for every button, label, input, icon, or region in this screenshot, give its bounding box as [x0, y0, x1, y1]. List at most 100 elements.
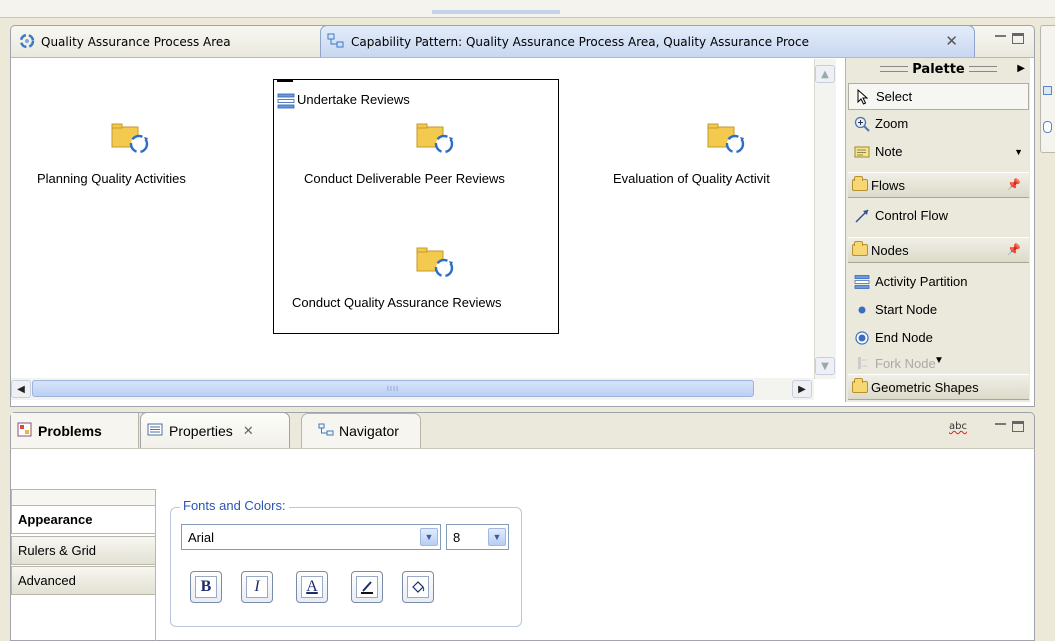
spell-check-icon[interactable]: abc: [949, 421, 967, 432]
font-size-value: 8: [453, 529, 461, 545]
font-family-value: Arial: [188, 529, 215, 545]
palette-control-flow-tool[interactable]: Control Flow: [848, 202, 1029, 229]
activity-node-icon[interactable]: [111, 123, 151, 155]
tab-navigator[interactable]: Navigator: [301, 413, 421, 448]
chevron-down-icon[interactable]: ▼: [488, 528, 506, 546]
palette-note-tool[interactable]: Note ▼: [848, 138, 1029, 165]
drawer-label: Flows: [871, 177, 905, 193]
tab-label: Capability Pattern: Quality Assurance Pr…: [351, 35, 809, 49]
scroll-left-icon[interactable]: ◀: [11, 380, 31, 398]
control-flow-icon: [854, 208, 870, 224]
minimize-icon[interactable]: [995, 35, 1006, 44]
editor-tabbar: Quality Assurance Process Area Capabilit…: [10, 25, 1035, 58]
scroll-more-icon[interactable]: ▼: [934, 355, 944, 366]
tab-quality-assurance-process-area[interactable]: Quality Assurance Process Area: [11, 26, 316, 58]
collapse-palette-icon[interactable]: ▶: [1017, 63, 1025, 74]
palette-start-node-tool[interactable]: Start Node: [848, 296, 1029, 323]
view-icon[interactable]: [1043, 86, 1052, 95]
fill-color-button[interactable]: [402, 571, 434, 603]
tab-capability-pattern[interactable]: Capability Pattern: Quality Assurance Pr…: [320, 25, 975, 58]
italic-button[interactable]: I: [241, 571, 273, 603]
horizontal-scrollbar[interactable]: ◀ IIII ▶: [11, 378, 814, 400]
bold-button[interactable]: B: [190, 571, 222, 603]
palette-activity-partition-tool[interactable]: Activity Partition: [848, 268, 1029, 295]
node-label-qa-reviews[interactable]: Conduct Quality Assurance Reviews: [292, 295, 502, 310]
node-label-peer-reviews[interactable]: Conduct Deliverable Peer Reviews: [304, 171, 505, 186]
chevron-down-icon[interactable]: ▼: [420, 528, 438, 546]
sidebar-item-advanced[interactable]: Advanced: [11, 566, 156, 595]
scroll-up-icon[interactable]: ▲: [815, 65, 835, 83]
minimize-icon[interactable]: [995, 423, 1006, 432]
activity-partition-icon: [854, 274, 870, 290]
top-selection: [432, 10, 560, 14]
horizontal-scroll-thumb[interactable]: IIII: [32, 380, 754, 397]
top-strip: [0, 0, 1055, 18]
font-size-select[interactable]: 8 ▼: [446, 524, 509, 550]
sidebar-item-rulers-grid[interactable]: Rulers & Grid: [11, 536, 156, 565]
sidebar-item-appearance[interactable]: Appearance: [11, 505, 156, 534]
process-icon: [19, 33, 35, 52]
font-color-button[interactable]: A: [296, 571, 328, 603]
navigator-icon: [318, 423, 334, 440]
line-color-button[interactable]: [351, 571, 383, 603]
palette-drawer-flows[interactable]: Flows 📌: [848, 172, 1029, 198]
drawer-label: Nodes: [871, 242, 909, 258]
arrow-pointer-icon: [855, 88, 871, 105]
palette-item-label: Start Node: [875, 302, 938, 317]
palette-item-label: Control Flow: [875, 208, 948, 223]
maximize-icon[interactable]: [1012, 421, 1024, 432]
maximize-icon[interactable]: [1012, 33, 1024, 44]
tab-properties[interactable]: Properties ✕: [140, 412, 290, 448]
view-icon[interactable]: [1043, 121, 1052, 133]
bottom-tabbar: Problems Properties ✕ Navigator abc: [10, 412, 1035, 448]
palette-select-tool[interactable]: Select: [848, 83, 1029, 110]
node-label-evaluation[interactable]: Evaluation of Quality Activit: [613, 171, 770, 186]
tab-label: Properties: [169, 422, 233, 439]
fork-node-icon: [854, 355, 870, 371]
fill-color-icon: [407, 576, 429, 598]
folder-icon: [852, 241, 868, 256]
tab-problems[interactable]: Problems: [11, 413, 139, 448]
diagram-canvas[interactable]: Undertake Reviews Planning Quality Activ…: [11, 58, 808, 375]
view-window-buttons: [995, 421, 1024, 432]
pin-icon[interactable]: 📌: [1007, 178, 1021, 191]
palette-fork-node-tool[interactable]: Fork Node ▼: [848, 354, 1029, 372]
zoom-icon: [854, 116, 870, 132]
palette-item-label: Activity Partition: [875, 274, 968, 289]
scroll-down-icon[interactable]: ▼: [815, 357, 835, 375]
palette-item-label: End Node: [875, 330, 933, 345]
problems-icon: [17, 422, 32, 440]
palette-end-node-tool[interactable]: End Node: [848, 324, 1029, 351]
partition-bar: [277, 79, 293, 82]
dropdown-arrow-icon[interactable]: ▼: [1014, 147, 1023, 157]
sidebar-divider: [155, 489, 156, 641]
folder-icon: [852, 378, 868, 393]
pin-icon[interactable]: 📌: [1007, 243, 1021, 256]
palette-item-label: Select: [876, 89, 913, 104]
activity-node-icon[interactable]: [416, 123, 456, 155]
properties-icon: [147, 423, 163, 439]
palette-zoom-tool[interactable]: Zoom: [848, 110, 1029, 137]
close-icon[interactable]: ✕: [243, 423, 254, 439]
close-icon[interactable]: ✕: [945, 32, 958, 50]
palette-item-label: Zoom: [875, 116, 909, 131]
palette-drawer-geometric-shapes[interactable]: Geometric Shapes: [848, 374, 1029, 400]
drawer-label: Geometric Shapes: [871, 379, 979, 395]
line-color-icon: [356, 576, 378, 598]
scroll-grip: IIII: [386, 384, 400, 393]
start-node-icon: [854, 302, 870, 318]
palette-header[interactable]: Palette ▶: [846, 58, 1031, 80]
scroll-right-icon[interactable]: ▶: [792, 380, 812, 398]
capability-pattern-icon: [327, 33, 345, 52]
tab-label: Problems: [38, 422, 102, 439]
palette-drawer-nodes[interactable]: Nodes 📌: [848, 237, 1029, 263]
palette: Palette ▶ Select Zoom Note ▼ Flows 📌 Con…: [845, 58, 1030, 402]
partition-icon: [277, 92, 295, 113]
activity-node-icon[interactable]: [707, 123, 747, 155]
vertical-scrollbar[interactable]: ▲ ▼: [814, 59, 836, 379]
node-label-planning[interactable]: Planning Quality Activities: [37, 171, 186, 186]
activity-node-icon[interactable]: [416, 247, 456, 279]
tab-label: Quality Assurance Process Area: [41, 35, 231, 49]
palette-title: Palette: [912, 61, 965, 77]
font-family-select[interactable]: Arial ▼: [181, 524, 441, 550]
